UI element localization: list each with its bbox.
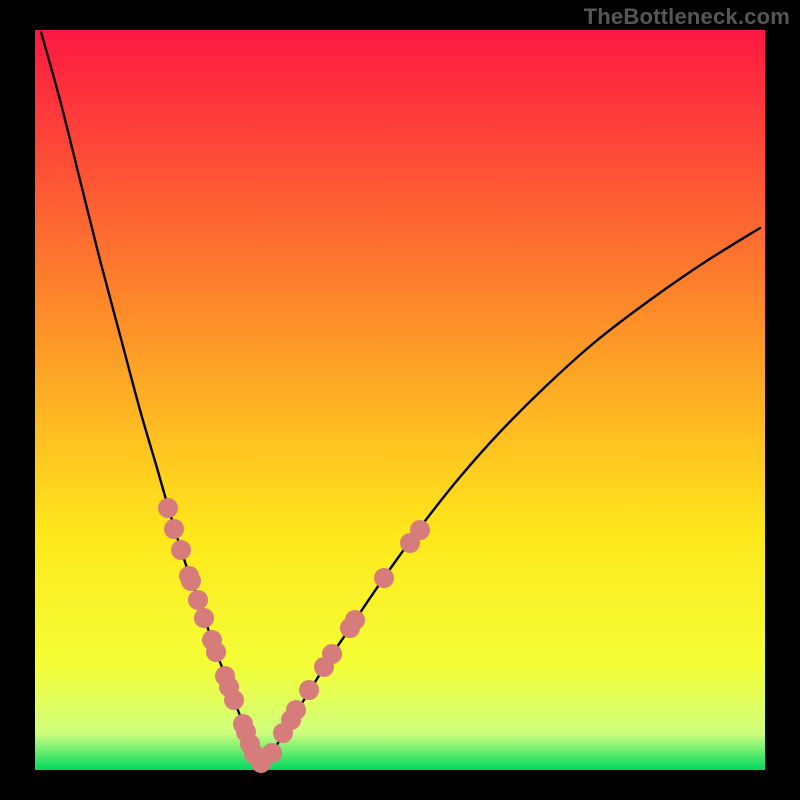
curve-marker	[374, 568, 394, 588]
curve-marker	[286, 700, 306, 720]
plot-area	[35, 30, 765, 770]
curve-marker	[181, 571, 201, 591]
chart-svg	[0, 0, 800, 800]
curve-marker	[194, 608, 214, 628]
curve-marker	[171, 540, 191, 560]
curve-marker	[345, 610, 365, 630]
curve-marker	[158, 498, 178, 518]
curve-marker	[206, 642, 226, 662]
curve-marker	[299, 680, 319, 700]
curve-marker	[322, 644, 342, 664]
curve-marker	[410, 520, 430, 540]
curve-marker	[188, 590, 208, 610]
chart-stage: TheBottleneck.com	[0, 0, 800, 800]
watermark-text: TheBottleneck.com	[584, 4, 790, 30]
curve-marker	[224, 690, 244, 710]
curve-marker	[262, 743, 282, 763]
curve-marker	[164, 519, 184, 539]
